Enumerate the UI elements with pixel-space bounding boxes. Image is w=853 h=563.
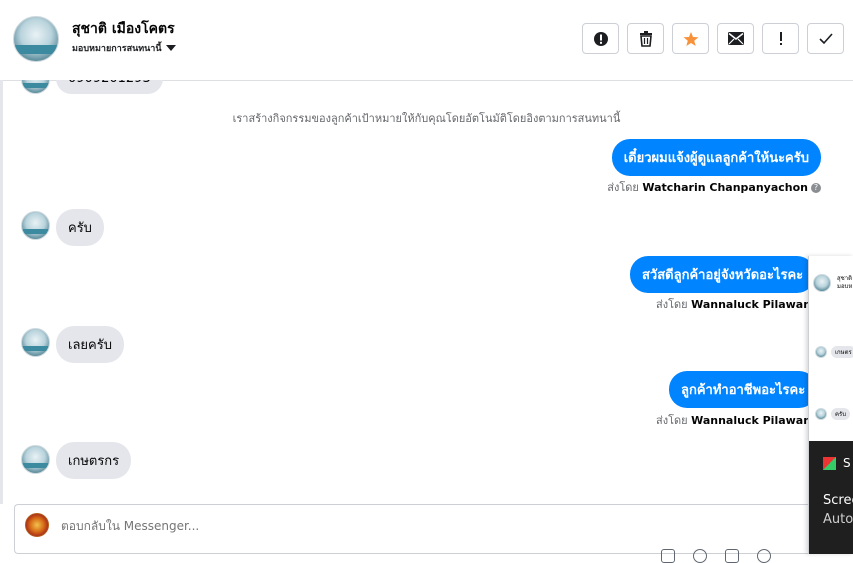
sender-name[interactable]: Wannaluck Pilawan: [691, 414, 811, 427]
action-toolbar: [582, 23, 844, 54]
sent-by-label: ส่งโดย: [656, 298, 688, 311]
star-icon: [683, 31, 698, 46]
outgoing-message: เดี๋ยวผมแจ้งผู้ดูแลลูกค้าให้นะครับ: [611, 139, 821, 176]
overlay-window[interactable]: สุชาติ มอบห เกษตร ครับ S Scree Auto: [808, 256, 853, 554]
check-icon: [818, 32, 833, 44]
overlay-avatar: [815, 408, 827, 420]
done-button[interactable]: [807, 23, 844, 54]
incoming-message: 0909201293: [56, 80, 163, 94]
overlay-message: ครับ: [831, 408, 851, 420]
notification-body: Auto: [823, 512, 853, 527]
incoming-message: ครับ: [56, 209, 104, 246]
incoming-message: เกษตรกร: [56, 442, 132, 479]
sent-by-line: ส่งโดย Watcharin Chanpanyachon?: [607, 178, 821, 196]
notification-app-name: S: [843, 456, 851, 470]
sender-name[interactable]: Wannaluck Pilawan: [691, 298, 811, 311]
outgoing-message: สวัสดีลูกค้าอยู่จังหวัดอะไรคะ: [630, 256, 816, 293]
follow-up-button[interactable]: [762, 23, 799, 54]
message-thread[interactable]: 0909201293 เราสร้างกิจกรรมของลูกค้าเป้าห…: [0, 80, 853, 504]
help-icon[interactable]: ?: [811, 183, 821, 193]
sent-by-label: ส่งโดย: [656, 414, 688, 427]
incoming-message: เลยครับ: [56, 326, 124, 363]
delete-button[interactable]: [627, 23, 664, 54]
reply-input[interactable]: [61, 519, 361, 533]
trash-icon: [639, 30, 652, 47]
reply-composer: [14, 504, 853, 563]
saved-reply-icon[interactable]: [725, 549, 739, 563]
sent-by-line: ส่งโดย Wannaluck Pilawan: [656, 411, 811, 429]
envelope-icon: [727, 32, 744, 45]
attachment-icon[interactable]: [661, 549, 675, 563]
notification-title: Scree: [823, 493, 853, 508]
spam-button[interactable]: [582, 23, 619, 54]
contact-avatar[interactable]: [13, 16, 59, 62]
conversation-header: สุชาติ เมืองโคตร มอบหมายการสนทนานี้: [0, 0, 853, 81]
assign-label: มอบหมายการสนทนานี้: [72, 44, 162, 54]
caret-down-icon: [165, 45, 176, 51]
emoji-icon[interactable]: [693, 549, 707, 563]
exclamation-icon: [779, 31, 782, 45]
overlay-assign-label: มอบห: [837, 283, 853, 290]
contact-avatar-small: [21, 211, 50, 240]
alert-circle-icon: [593, 31, 608, 46]
contact-avatar-small: [21, 445, 50, 474]
overlay-message: เกษตร: [831, 346, 853, 358]
star-button[interactable]: [672, 23, 709, 54]
mark-unread-button[interactable]: [717, 23, 754, 54]
assign-conversation-dropdown[interactable]: มอบหมายการสนทนานี้: [72, 41, 176, 55]
sticker-icon[interactable]: [757, 549, 771, 563]
outgoing-message: ลูกค้าทำอาชีพอะไรคะ: [669, 371, 818, 408]
overlay-avatar: [813, 274, 831, 292]
contact-name[interactable]: สุชาติ เมืองโคตร: [72, 18, 175, 40]
sender-name[interactable]: Watcharin Chanpanyachon: [642, 181, 808, 194]
app-icon: [823, 457, 836, 470]
system-note: เราสร้างกิจกรรมของลูกค้าเป้าหมายให้กับคุ…: [232, 112, 621, 125]
contact-avatar-small: [21, 328, 50, 357]
page-avatar: [25, 513, 49, 537]
sent-by-line: ส่งโดย Wannaluck Pilawan: [656, 295, 811, 313]
contact-avatar-small: [21, 80, 50, 94]
composer-toolbar: [661, 549, 771, 563]
overlay-avatar: [815, 346, 827, 358]
sent-by-label: ส่งโดย: [607, 181, 639, 194]
